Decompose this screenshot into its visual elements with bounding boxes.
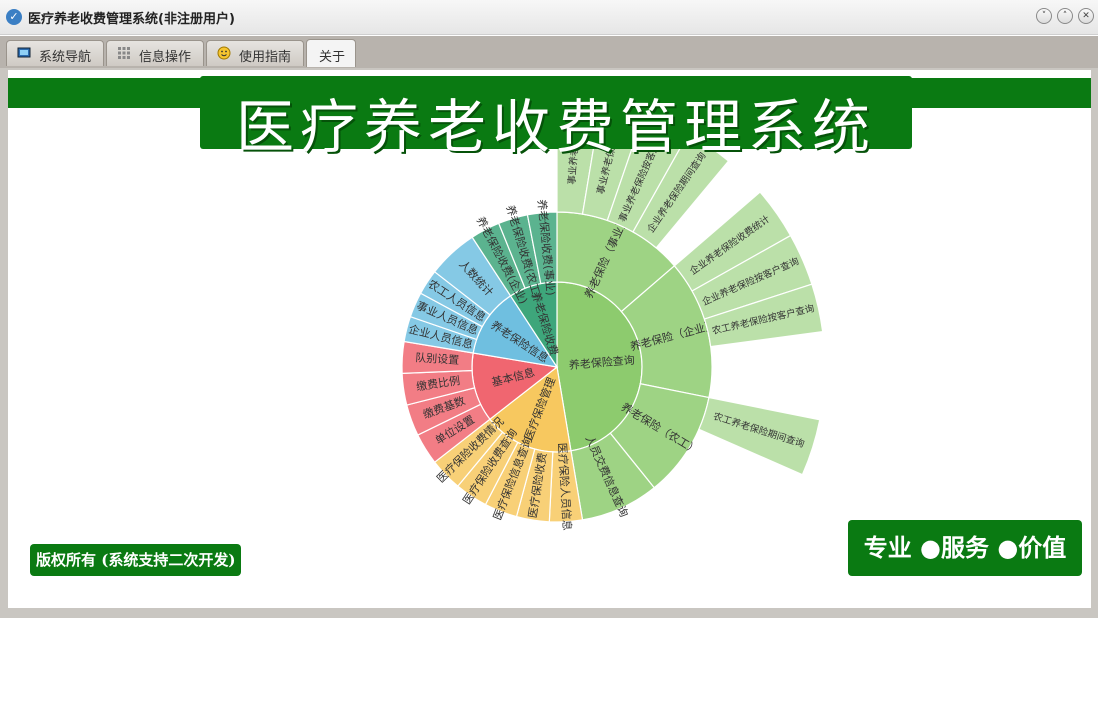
- banner-title: 医疗养老收费管理系统: [235, 93, 876, 161]
- tab-label: 信息操作: [139, 50, 192, 65]
- tab-bar: 系统导航 信息操作 使用指南 关于: [0, 36, 1098, 68]
- tab-system-navigation[interactable]: 系统导航: [6, 40, 104, 66]
- tab-user-guide[interactable]: 使用指南: [206, 40, 304, 66]
- tab-label: 系统导航: [39, 50, 92, 65]
- tab-label: 关于: [319, 50, 346, 65]
- banner: 医疗养老收费管理系统: [200, 76, 912, 161]
- sunburst-label: 队别设置: [415, 350, 460, 367]
- maximize-button[interactable]: ˄: [1057, 8, 1073, 24]
- tab-about[interactable]: 关于: [306, 39, 356, 67]
- grid-icon: [118, 47, 130, 59]
- chevron-down-icon: ˅: [1041, 11, 1047, 21]
- minimize-button[interactable]: ˅: [1036, 8, 1052, 24]
- monitor-icon: [17, 47, 31, 58]
- tab-label: 使用指南: [239, 50, 292, 65]
- close-icon: ✕: [1082, 11, 1090, 21]
- window-titlebar: ✓ 医疗养老收费管理系统(非注册用户) ˅ ˄ ✕: [0, 0, 1098, 35]
- about-panel: 养老保险查询 养老保险（事业） 事业养老保险 事业养老保险收 事业养老保险按客户查询 企业…: [8, 70, 1091, 608]
- tab-information-operation[interactable]: 信息操作: [106, 40, 204, 66]
- chevron-up-icon: ˄: [1062, 11, 1068, 21]
- copyright-label: 版权所有 (系统支持二次开发): [30, 544, 242, 576]
- slogan-label: 专业 ●服务 ●价值: [848, 520, 1082, 576]
- smiley-icon: [217, 46, 231, 60]
- window-title: 医疗养老收费管理系统(非注册用户): [28, 12, 235, 27]
- app-logo-icon: ✓: [6, 9, 22, 25]
- close-button[interactable]: ✕: [1078, 8, 1094, 24]
